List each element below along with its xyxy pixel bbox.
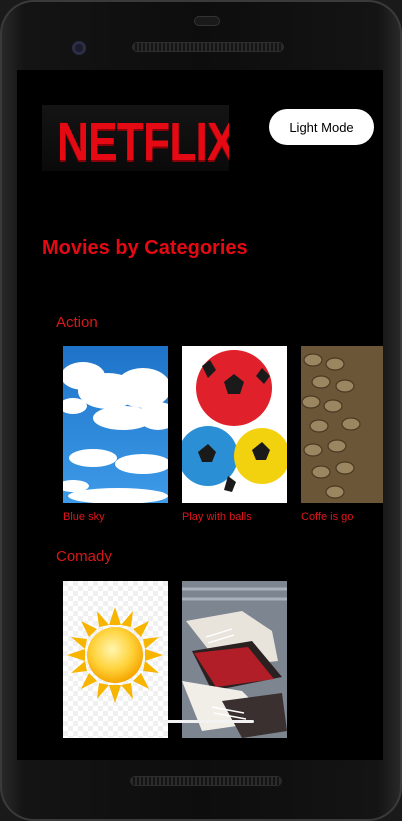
movie-card-coffee[interactable]: Coffe is go [301,346,383,523]
sun-thumbnail[interactable] [63,581,168,738]
movie-title: Play with balls [182,511,252,523]
page-title: Movies by Categories [42,237,248,259]
top-speaker-grille [133,43,283,51]
sneakers-thumbnail[interactable] [182,581,287,738]
movie-title: Blue sky [63,511,105,523]
logo-text: NETFLIX [57,112,229,171]
app-screen: NETFLIX Light Mode Movies by Categories … [17,70,383,760]
coffee-beans-thumbnail[interactable] [301,346,383,503]
category-row-comady[interactable] [63,581,383,760]
balls-thumbnail[interactable] [182,346,287,503]
category-title-action: Action [56,314,98,331]
movie-card-sun[interactable] [63,581,168,738]
movie-card-sneakers[interactable] [182,581,287,738]
blue-sky-thumbnail[interactable] [63,346,168,503]
movie-title: Coffe is go [301,511,354,523]
phone-frame: NETFLIX Light Mode Movies by Categories … [0,0,402,821]
light-mode-button[interactable]: Light Mode [269,109,374,145]
netflix-logo: NETFLIX [42,105,229,171]
earpiece [194,16,220,26]
bottom-speaker-grille [131,777,281,785]
home-indicator[interactable] [160,720,254,723]
front-camera [72,41,86,55]
movie-card-blue-sky[interactable]: Blue sky [63,346,168,523]
movie-card-play-with-balls[interactable]: Play with balls [182,346,287,523]
category-title-comady: Comady [56,548,112,565]
category-row-action[interactable]: Blue sky Play with balls Coffe is go [63,346,383,536]
